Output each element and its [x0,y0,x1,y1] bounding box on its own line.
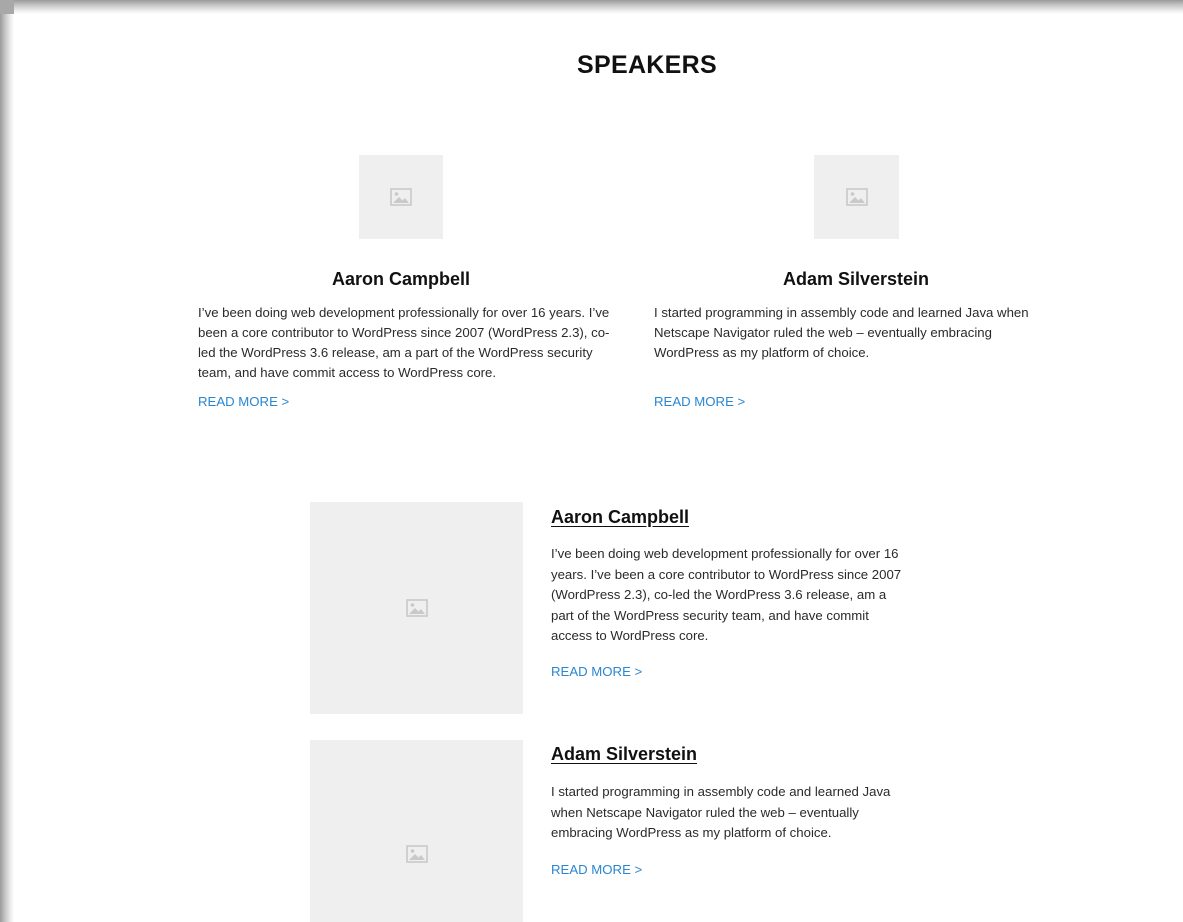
read-more-link[interactable]: READ MORE > [654,393,745,411]
window-shadow-corner [0,0,14,14]
image-placeholder-icon [405,599,428,617]
speaker-bio: I started programming in assembly code a… [654,305,1029,360]
image-placeholder-icon [405,845,428,863]
read-more-link[interactable]: READ MORE > [551,861,642,879]
speaker-photo-placeholder[interactable] [310,740,523,922]
speaker-bio: I’ve been doing web development professi… [198,305,610,380]
read-more-link[interactable]: READ MORE > [551,663,642,681]
browser-viewport: SPEAKERS Aaron Campbell I’ve been doing … [0,0,1183,922]
page-content: SPEAKERS Aaron Campbell I’ve been doing … [14,14,1183,922]
speaker-name: Aaron Campbell [331,269,471,289]
speaker-name-link[interactable]: Adam Silverstein [551,743,697,765]
speaker-photo-placeholder[interactable] [310,502,523,714]
page-title: SPEAKERS [577,51,717,79]
speaker-name: Adam Silverstein [782,269,930,289]
window-shadow-top [0,0,1183,14]
speaker-photo-placeholder[interactable] [814,155,899,239]
image-placeholder-icon [390,188,412,206]
speaker-photo-placeholder[interactable] [359,155,443,239]
window-shadow-left [0,0,14,922]
image-placeholder-icon [845,188,868,206]
read-more-link[interactable]: READ MORE > [198,393,289,411]
speaker-bio: I started programming in assembly code a… [551,784,891,840]
speaker-bio: I’ve been doing web development professi… [551,546,902,643]
speaker-name-link[interactable]: Aaron Campbell [551,506,689,528]
